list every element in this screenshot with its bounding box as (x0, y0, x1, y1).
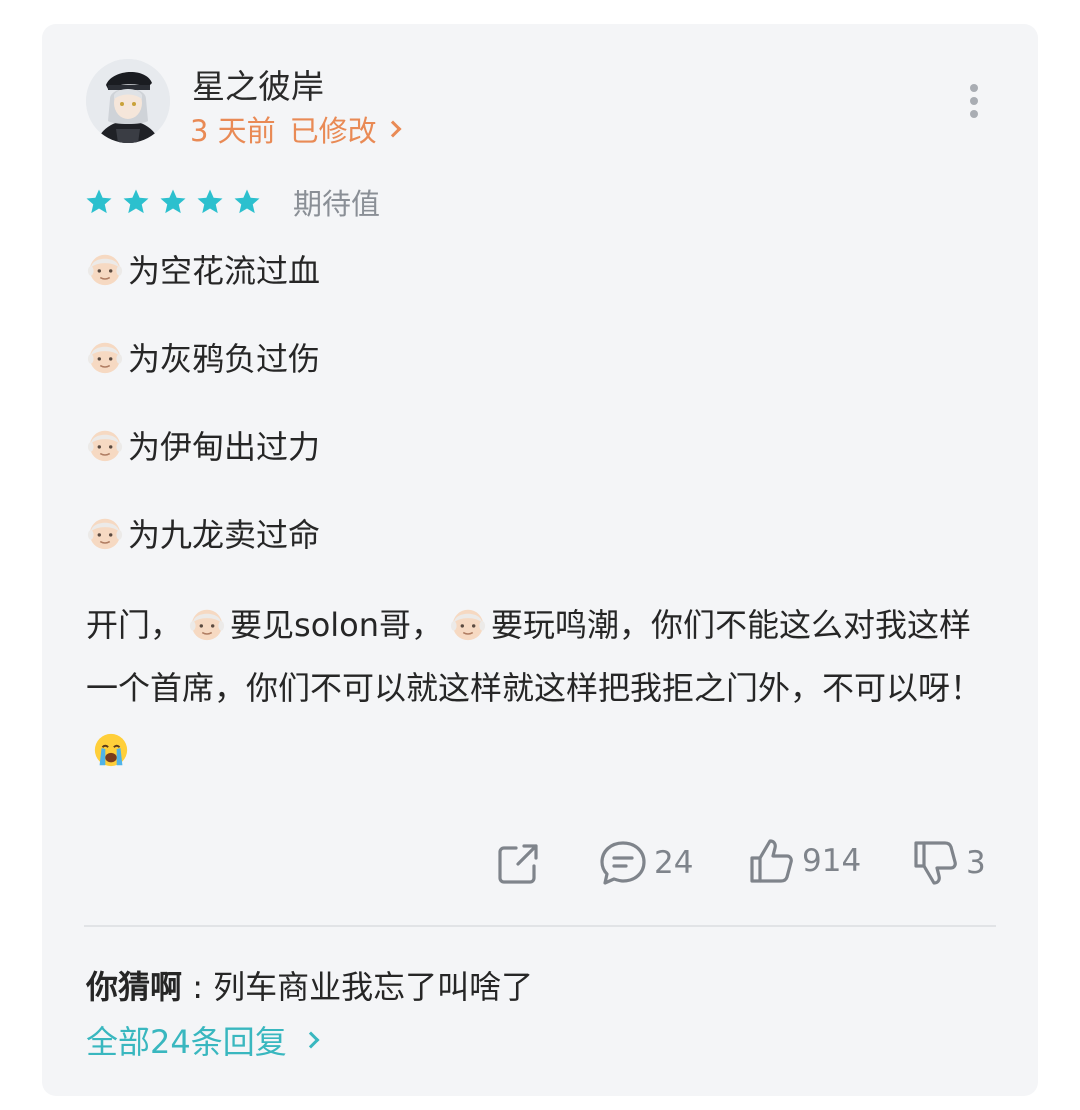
reply-text: 列车商业我忘了叫啥了 (213, 968, 534, 1006)
post-meta[interactable]: 3 天前 已修改 (190, 108, 402, 150)
review-paragraph: 开门， 要见solon哥， 要玩鸣潮，你们不能这么对我这样一个首席，你们不可以就… (86, 594, 986, 783)
review-line: 为空花流过血 (86, 246, 320, 292)
paragraph-part: 开门， (86, 606, 183, 644)
dislike-button[interactable]: 3 (910, 838, 986, 888)
line-text: 为空花流过血 (128, 252, 321, 290)
post-time: 3 天前 (190, 114, 276, 148)
all-replies-label: 全部24条回复 (86, 1023, 287, 1061)
star-icon (160, 189, 186, 214)
comment-icon (600, 841, 646, 885)
old-man-emoji-icon (87, 254, 123, 286)
review-line: 为伊甸出过力 (86, 422, 320, 468)
share-button[interactable] (494, 840, 542, 888)
username[interactable]: 星之彼岸 (192, 60, 324, 108)
old-man-emoji-icon (87, 342, 123, 374)
comment-count: 24 (654, 845, 694, 881)
thumbs-down-icon (914, 841, 957, 885)
line-text: 为九龙卖过命 (128, 516, 321, 554)
thumbs-up-icon (750, 839, 793, 883)
old-man-emoji-icon (87, 518, 123, 550)
old-man-emoji-icon (189, 609, 225, 641)
reply-separator: : (182, 968, 214, 1006)
share-icon (498, 844, 538, 884)
user-avatar[interactable] (86, 59, 170, 143)
dislike-count: 3 (966, 845, 986, 881)
star-icon (86, 189, 112, 214)
reply-author[interactable]: 你猜啊 (86, 968, 182, 1006)
review-line: 为九龙卖过命 (86, 510, 320, 556)
chevron-right-icon (384, 120, 402, 138)
all-replies-link[interactable]: 全部24条回复 (86, 1017, 320, 1063)
rating-label: 期待值 (293, 187, 381, 221)
review-card: 星之彼岸 3 天前 已修改 期待值 为空花流过血 为灰鸦负过伤 为伊甸出过力 为… (42, 24, 1038, 1096)
old-man-emoji-icon (450, 609, 486, 641)
reply-preview[interactable]: 你猜啊 : 列车商业我忘了叫啥了 (86, 962, 533, 1008)
divider (84, 925, 996, 927)
star-icon (234, 189, 260, 214)
star-icon (123, 189, 149, 214)
old-man-emoji-icon (87, 430, 123, 462)
line-text: 为伊甸出过力 (128, 428, 321, 466)
chevron-right-icon (302, 1031, 320, 1049)
like-button[interactable]: 914 (746, 836, 861, 886)
more-vertical-icon[interactable] (962, 84, 986, 118)
comment-button[interactable]: 24 (598, 838, 693, 888)
star-rating: 期待值 (84, 181, 380, 223)
like-count: 914 (802, 843, 862, 879)
edited-label: 已修改 (289, 114, 377, 148)
paragraph-part: 要见solon哥， (230, 606, 444, 644)
line-text: 为灰鸦负过伤 (128, 340, 321, 378)
star-icon (197, 189, 223, 214)
review-line: 为灰鸦负过伤 (86, 334, 320, 380)
crying-emoji-icon (94, 733, 128, 767)
